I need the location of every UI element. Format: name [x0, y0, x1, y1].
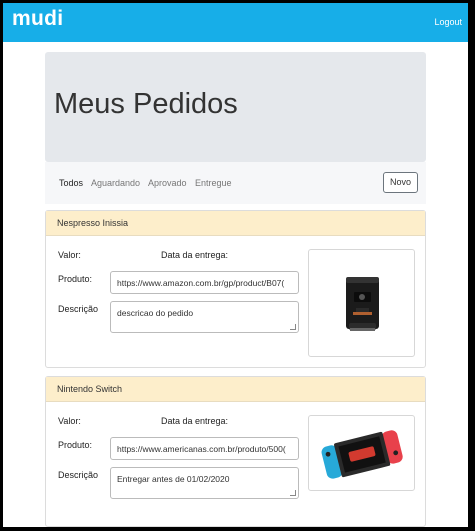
game-console-image	[321, 430, 403, 479]
delivery-date-label: Data da entrega:	[161, 416, 229, 426]
order-card: Nintendo Switch Valor: Data da entrega: …	[45, 376, 426, 527]
brand-logo[interactable]: mudi	[12, 7, 63, 31]
description-field[interactable]: descricao do pedido	[110, 301, 299, 333]
new-order-button[interactable]: Novo	[383, 172, 418, 193]
description-label: Descrição	[58, 304, 99, 314]
description-text: Entregar antes de 01/02/2020	[117, 474, 230, 484]
product-image	[308, 415, 415, 491]
description-text: descricao do pedido	[117, 308, 194, 318]
resize-handle-icon[interactable]	[290, 490, 296, 496]
browser-viewport: mudi Logout Meus Pedidos Todos Aguardand…	[3, 3, 468, 527]
product-label: Produto:	[58, 440, 93, 450]
valor-label: Valor:	[58, 250, 81, 260]
product-image	[308, 249, 415, 357]
logout-link[interactable]: Logout	[434, 17, 462, 27]
tab-todos[interactable]: Todos	[59, 178, 83, 188]
product-url-field[interactable]: https://www.amazon.com.br/gp/product/B07…	[110, 271, 299, 294]
jumbotron: Meus Pedidos	[45, 52, 426, 162]
page-title: Meus Pedidos	[54, 88, 238, 120]
navbar: mudi Logout	[3, 3, 468, 42]
delivery-date-label: Data da entrega:	[161, 250, 229, 260]
status-filter-bar: Todos Aguardando Aprovado Entregue Novo	[45, 162, 426, 204]
resize-handle-icon[interactable]	[290, 324, 296, 330]
tab-entregue[interactable]: Entregue	[195, 178, 232, 188]
tab-aprovado[interactable]: Aprovado	[148, 178, 187, 188]
coffee-machine-image	[346, 277, 379, 331]
product-url-field[interactable]: https://www.americanas.com.br/produto/50…	[110, 437, 299, 460]
order-title: Nintendo Switch	[46, 377, 425, 402]
order-card: Nespresso Inissia Valor: Data da entrega…	[45, 210, 426, 368]
description-field[interactable]: Entregar antes de 01/02/2020	[110, 467, 299, 499]
description-label: Descrição	[58, 470, 99, 480]
tab-aguardando[interactable]: Aguardando	[91, 178, 140, 188]
product-label: Produto:	[58, 274, 93, 284]
order-title: Nespresso Inissia	[46, 211, 425, 236]
valor-label: Valor:	[58, 416, 81, 426]
